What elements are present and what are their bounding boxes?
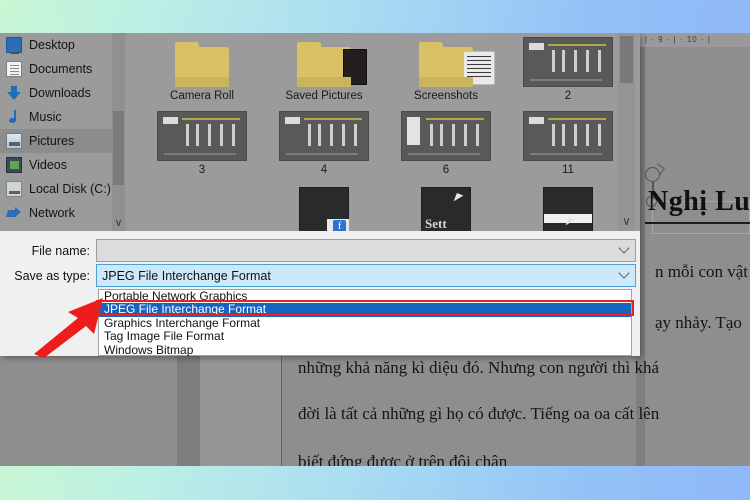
- file-partial-row-placeholder: [143, 185, 261, 231]
- pictures-icon: [6, 133, 22, 149]
- file-item[interactable]: 11: [509, 111, 618, 185]
- sidebar-item-network[interactable]: Network: [0, 201, 112, 225]
- file-name-label: File name:: [31, 243, 90, 258]
- file-item-label: Camera Roll: [170, 90, 234, 102]
- sidebar-item-music[interactable]: Music: [0, 105, 112, 129]
- chevron-down-icon[interactable]: [618, 267, 630, 279]
- save-as-type-row: Save as type: JPEG File Interchange Form…: [0, 264, 636, 287]
- sidebar-item-label: Local Disk (C:): [29, 181, 111, 196]
- slide-thumbnail-icon: [509, 111, 618, 161]
- sidebar-item-label: Videos: [29, 157, 67, 172]
- sidebar-item-label: Downloads: [29, 85, 91, 100]
- file-item[interactable]: Sett: [387, 185, 505, 231]
- red-arrow-annotation: [34, 298, 103, 358]
- file-item[interactable]: Saved Pictures: [265, 37, 383, 111]
- document-left-shadow: [177, 355, 200, 470]
- photo-thumbnail-icon: Sett: [387, 185, 505, 231]
- file-item[interactable]: 3: [143, 111, 261, 185]
- file-grid: Camera Roll Saved Pictures Screenshots 2…: [125, 33, 618, 231]
- chevron-down-icon[interactable]: ∨: [112, 215, 125, 231]
- screenshot-root: · | · 9 · | · 10 · | Nghị Luận n mỗi con…: [0, 0, 750, 500]
- dropdown-option-bmp[interactable]: Windows Bitmap: [99, 343, 631, 357]
- file-item-label: Screenshots: [414, 90, 478, 102]
- slide-thumbnail-icon: [143, 111, 261, 161]
- save-as-type-select[interactable]: JPEG File Interchange Format: [96, 264, 636, 287]
- sidebar-item-videos[interactable]: Videos: [0, 153, 112, 177]
- word-page: [645, 47, 750, 466]
- file-item[interactable]: 4: [265, 111, 383, 185]
- sidebar-item-downloads[interactable]: Downloads: [0, 81, 112, 105]
- sidebar-item-pictures[interactable]: Pictures: [0, 129, 112, 153]
- file-item-label: 4: [320, 164, 328, 176]
- document-text-line-3: những khả năng kì diệu đó. Nhưng con ngư…: [298, 358, 660, 377]
- document-heading-underline: [645, 222, 750, 224]
- videos-icon: [6, 157, 22, 173]
- file-item-label: 2: [564, 90, 572, 102]
- folder-icon: [143, 37, 261, 87]
- document-text-line-4: đời là tất cả những gì họ có được. Tiếng…: [298, 404, 660, 423]
- file-list-scrollbar[interactable]: ∨: [618, 33, 635, 231]
- downloads-icon: [6, 85, 22, 101]
- chevron-down-icon[interactable]: [618, 242, 630, 254]
- file-item[interactable]: Camera Roll: [143, 37, 261, 111]
- document-text-line-2: ạy nhảy. Tạo: [655, 313, 742, 332]
- file-item[interactable]: 2: [509, 37, 618, 111]
- dropdown-option-gif[interactable]: Graphics Interchange Format: [99, 316, 631, 330]
- dropdown-option-tiff[interactable]: Tag Image File Format: [99, 329, 631, 343]
- rotate-handle-icon[interactable]: [645, 167, 660, 182]
- sidebar-item-label: Music: [29, 109, 62, 124]
- sidebar-item-documents[interactable]: Documents: [0, 57, 112, 81]
- document-margin-area: [200, 355, 281, 470]
- slide-thumbnail-icon: [509, 37, 618, 87]
- save-as-type-value: JPEG File Interchange Format: [102, 268, 271, 283]
- sidebar-item-label: Pictures: [29, 133, 75, 148]
- file-item[interactable]: 6: [387, 111, 505, 185]
- network-icon: [6, 205, 22, 221]
- places-sidebar: Desktop Documents Downloads Music Pictur…: [0, 33, 112, 231]
- file-item-label: 3: [198, 164, 206, 176]
- file-list[interactable]: Camera Roll Saved Pictures Screenshots 2…: [125, 33, 618, 231]
- file-item[interactable]: [509, 185, 618, 231]
- word-horizontal-ruler[interactable]: · | · 9 · | · 10 · |: [636, 33, 750, 47]
- local-disk-icon: [6, 181, 22, 197]
- sidebar-item-label: Documents: [29, 61, 93, 76]
- slide-thumbnail-icon: [387, 111, 505, 161]
- desktop-icon: [6, 37, 22, 54]
- document-heading: Nghị Luận: [648, 186, 750, 217]
- document-text-edge: [281, 355, 282, 470]
- file-name-row: File name:: [0, 239, 636, 262]
- documents-icon: [6, 61, 22, 77]
- dropdown-option-jpeg[interactable]: JPEG File Interchange Format: [99, 302, 631, 317]
- document-text-line-1: n mỗi con vật: [655, 262, 749, 281]
- dropdown-option-png[interactable]: Portable Network Graphics: [99, 289, 631, 303]
- sidebar-item-label: Network: [29, 205, 75, 220]
- sidebar-item-label: Desktop: [29, 37, 75, 52]
- file-item[interactable]: f: [265, 185, 383, 231]
- places-scrollbar-thumb[interactable]: [113, 111, 124, 185]
- file-browser-area: Desktop Documents Downloads Music Pictur…: [0, 33, 640, 231]
- bottom-gradient-band: [0, 466, 750, 500]
- slide-thumbnail-icon: [265, 111, 383, 161]
- file-name-input[interactable]: [96, 239, 636, 262]
- photo-thumbnail-icon: [509, 185, 618, 231]
- folder-icon: [265, 37, 383, 87]
- file-item[interactable]: Screenshots: [387, 37, 505, 111]
- chevron-down-icon[interactable]: ∨: [618, 213, 635, 229]
- save-as-type-dropdown-list[interactable]: Portable Network Graphics JPEG File Inte…: [98, 289, 632, 356]
- places-scrollbar[interactable]: ∨: [112, 33, 125, 231]
- file-item[interactable]: [143, 185, 261, 231]
- music-icon: [6, 109, 22, 125]
- photo-thumbnail-icon: f: [265, 185, 383, 231]
- file-item-label: 11: [562, 164, 574, 176]
- file-list-scrollbar-thumb[interactable]: [620, 36, 633, 83]
- file-item-label: 6: [442, 164, 450, 176]
- folder-icon: [387, 37, 505, 87]
- top-gradient-band: [0, 0, 750, 33]
- sidebar-item-desktop[interactable]: Desktop: [0, 33, 112, 57]
- sidebar-item-local-disk[interactable]: Local Disk (C:): [0, 177, 112, 201]
- file-item-label: Saved Pictures: [285, 90, 363, 102]
- save-as-type-label: Save as type:: [14, 268, 90, 283]
